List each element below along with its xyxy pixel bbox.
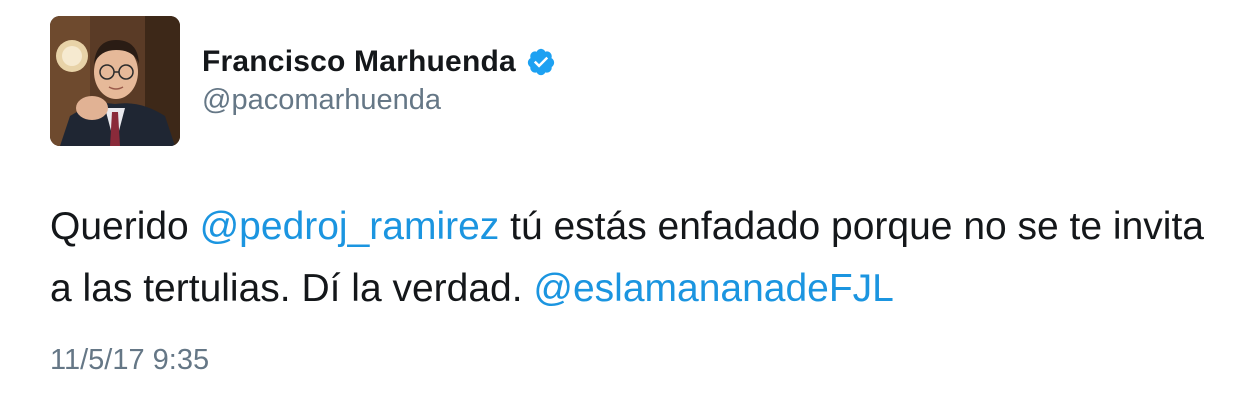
- verified-badge-icon: [526, 47, 556, 77]
- avatar-photo: [50, 16, 180, 146]
- user-handle[interactable]: @pacomarhuenda: [202, 84, 441, 117]
- mention-link[interactable]: @pedroj_ramirez: [200, 205, 500, 248]
- tweet-text: Querido @pedroj_ramirez tú estás enfadad…: [50, 196, 1220, 320]
- avatar[interactable]: [50, 16, 180, 146]
- tweet-timestamp[interactable]: 11/5/17 9:35: [50, 344, 209, 377]
- mention-link[interactable]: @eslamananadeFJL: [533, 267, 893, 310]
- tweet-text-part: Querido: [50, 205, 200, 248]
- display-name[interactable]: Francisco Marhuenda: [202, 45, 516, 79]
- user-name-row: Francisco Marhuenda: [202, 40, 556, 84]
- tweet-card: Francisco Marhuenda @pacomarhuenda Queri…: [0, 0, 1234, 418]
